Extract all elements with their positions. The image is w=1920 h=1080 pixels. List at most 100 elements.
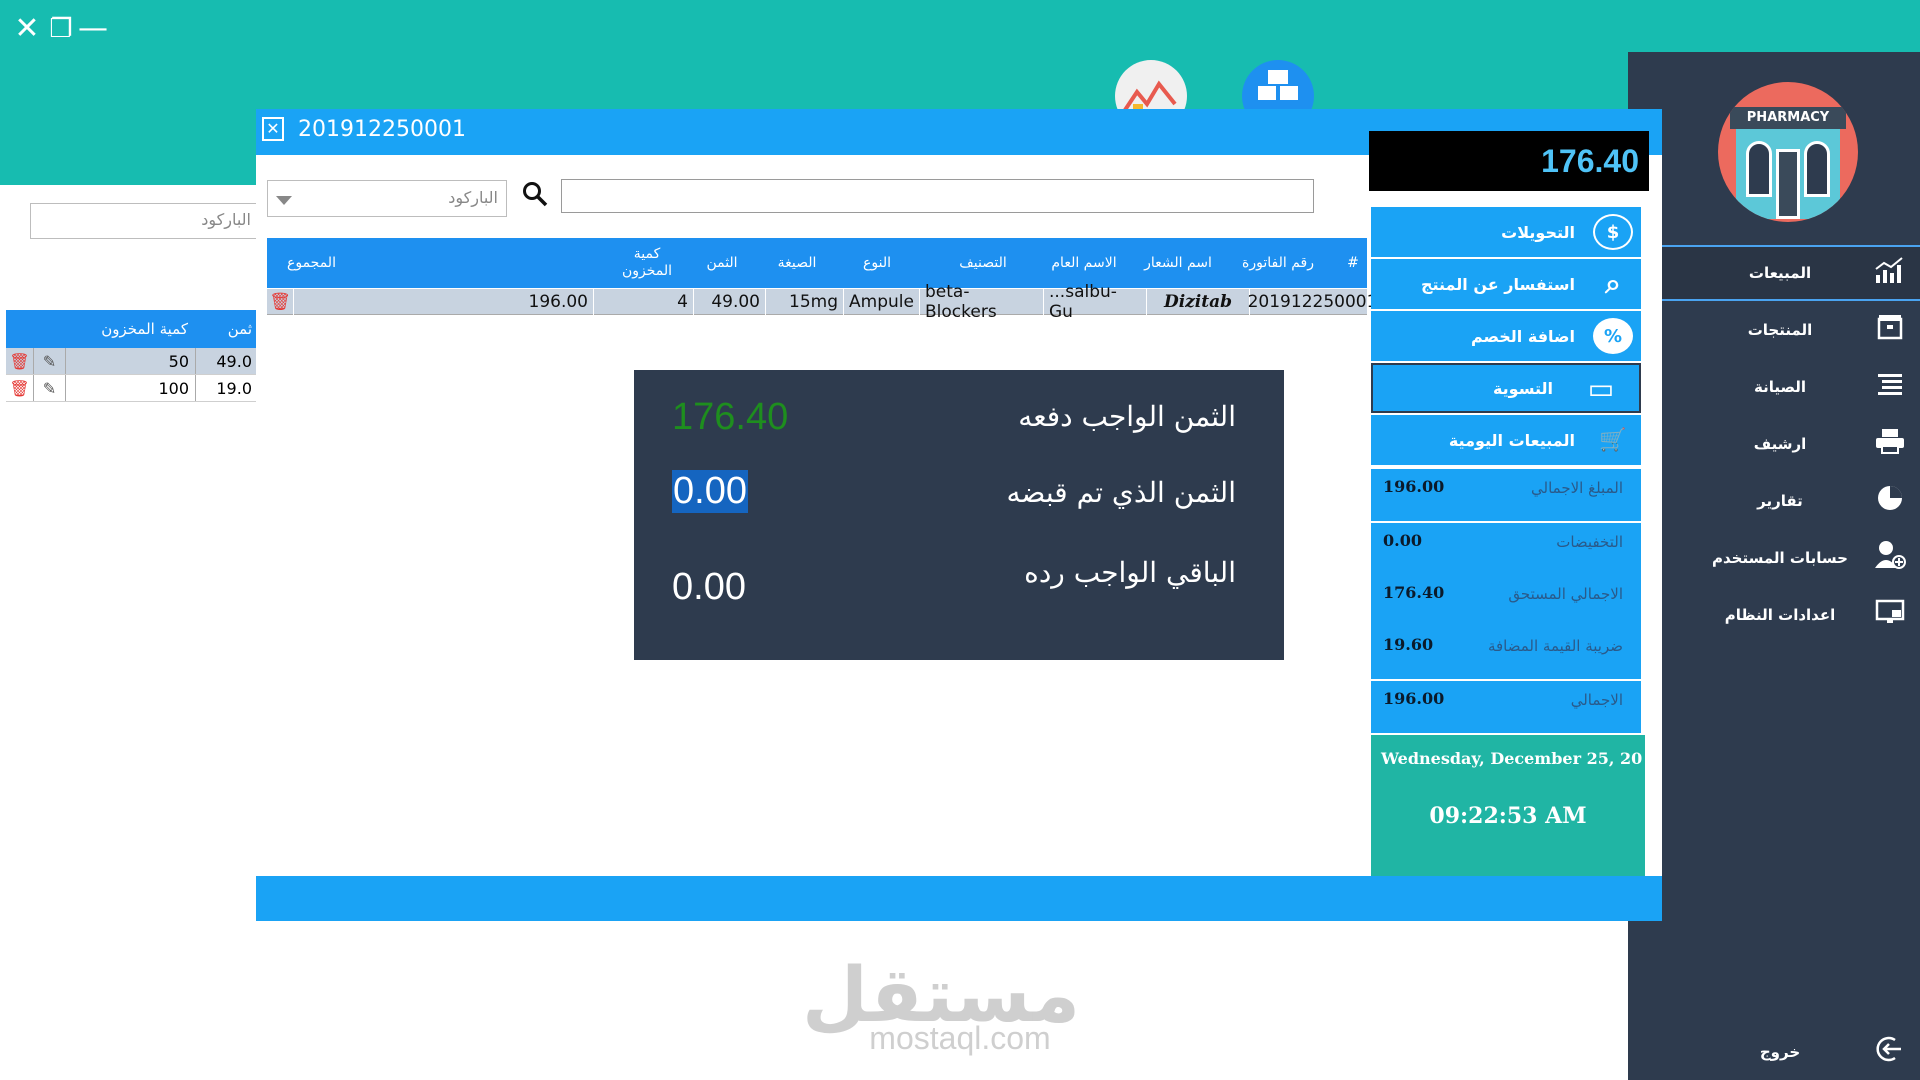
stock-cell: 50 (66, 348, 196, 374)
close-window-button[interactable]: ✕ (12, 14, 42, 44)
daily-sales-button[interactable]: المبيعات اليومية 🛒 (1371, 415, 1641, 465)
delete-icon[interactable]: 🗑 (6, 375, 34, 401)
payment-panel: الثمن الواجب دفعه 176.40 الثمن الذي تم ق… (634, 370, 1284, 660)
window-title-bar: ✕ ❐ — (0, 0, 1920, 52)
logo-building-icon (1736, 129, 1840, 219)
table-row[interactable]: 🗑 ✎ 50 49.0 (6, 348, 256, 375)
edit-icon[interactable]: ✎ (34, 375, 66, 401)
header-brand-name: اسم الشعار (1144, 254, 1212, 271)
sidebar-item-label: ارشيف (1753, 435, 1807, 453)
summary-value: 176.40 (1383, 583, 1445, 602)
summary-value: 19.60 (1383, 635, 1434, 654)
button-label: التحويلات (1501, 222, 1575, 242)
header-invoice-number: رقم الفاتورة (1242, 254, 1314, 271)
date-time-panel: Wednesday, December 25, 20 09:22:53 AM (1371, 735, 1645, 876)
button-label: اضافة الخصم (1470, 326, 1575, 346)
add-discount-button[interactable]: اضافة الخصم % (1371, 311, 1641, 361)
sidebar-item-label: المنتجات (1747, 321, 1813, 339)
chevron-down-icon[interactable] (276, 196, 292, 205)
summary-label: ضريبة القيمة المضافة (1487, 637, 1623, 655)
change-due-value: 0.00 (672, 566, 746, 608)
sidebar-item-label: اعدادات النظام (1724, 606, 1836, 624)
cart-icon: 🛒 (1599, 427, 1627, 453)
minimize-window-button[interactable]: — (78, 14, 108, 44)
watermark-latin: mostaql.com (869, 1020, 1051, 1056)
summary-label: الاجمالي (1570, 691, 1623, 709)
header-price: ثمن (227, 320, 252, 338)
monitor-icon (1860, 599, 1920, 632)
summary-value: 0.00 (1383, 531, 1422, 550)
sidebar-item-maintenance[interactable]: الصيانة (1628, 359, 1920, 415)
stock-cell: 100 (66, 375, 196, 401)
transfers-button[interactable]: التحويلات $ (1371, 207, 1641, 257)
product-inquiry-button[interactable]: استفسار عن المنتج ⌕ (1371, 259, 1641, 309)
printer-icon (1860, 428, 1920, 461)
header-stock: كمية المخزون (101, 320, 188, 338)
button-label: استفسار عن المنتج (1420, 274, 1575, 294)
category-cell: beta-Blockers (919, 282, 1043, 322)
sales-chart-icon (1860, 255, 1920, 292)
summary-label: المبلغ الاجمالي (1531, 479, 1623, 497)
sidebar-item-products[interactable]: المنتجات (1628, 302, 1920, 358)
sidebar-item-archive[interactable]: ارشيف (1628, 416, 1920, 472)
table-row[interactable]: 🗑 ✎ 100 19.0 (6, 375, 256, 402)
amount-due-value: 176.40 (672, 396, 789, 438)
summary-row-vat: 19.60 ضريبة القيمة المضافة (1371, 627, 1641, 679)
table-row[interactable]: 🗑 196.00 4 49.00 15mg Ampule beta-Blocke… (267, 282, 1488, 322)
generic-name-cell: ...salbu-Gu (1043, 282, 1146, 322)
background-stock-table: كمية المخزون ثمن 🗑 ✎ 50 49.0 🗑 ✎ 100 19.… (6, 310, 256, 402)
summary-value: 196.00 (1383, 477, 1445, 496)
price-cell: 49.00 (693, 289, 765, 315)
barcode-placeholder: الباركود (448, 188, 498, 207)
logo-text: PHARMACY (1730, 107, 1846, 129)
background-table-header: كمية المخزون ثمن (6, 310, 256, 348)
form-cell: 15mg (765, 289, 843, 315)
search-icon[interactable] (522, 181, 548, 214)
sidebar-item-reports[interactable]: تقارير (1628, 473, 1920, 529)
background-barcode-input[interactable]: الباركود (30, 203, 260, 239)
summary-row-discounts: 0.00 التخفيضات (1371, 523, 1641, 575)
sidebar-item-label: حسابات المستخدم (1712, 549, 1848, 567)
invoice-number-cell: 201912250001 (1248, 289, 1377, 315)
pharmacy-logo: PHARMACY (1718, 82, 1858, 222)
pie-chart-icon (1860, 484, 1920, 519)
button-label: التسوية (1492, 378, 1553, 398)
card-payment-icon: ▭ (1587, 371, 1615, 405)
sidebar-item-system-settings[interactable]: اعدادات النظام (1628, 587, 1920, 643)
barcode-combobox[interactable]: الباركود (267, 180, 507, 217)
exit-button[interactable]: خروج (1628, 1024, 1920, 1080)
header-generic-name: الاسم العام (1051, 254, 1117, 271)
sidebar-item-user-accounts[interactable]: حسابات المستخدم (1628, 530, 1920, 586)
price-cell: 19.0 (216, 378, 252, 398)
total-cell: 196.00 (293, 289, 593, 315)
header-category: التصنيف (959, 254, 1007, 271)
type-cell: Ampule (843, 289, 919, 315)
delete-icon[interactable]: 🗑 (6, 348, 34, 374)
sidebar-item-sales[interactable]: المبيعات (1628, 245, 1920, 301)
summary-row-net-due: 176.40 الاجمالي المستحق (1371, 575, 1641, 627)
edit-icon[interactable]: ✎ (34, 348, 66, 374)
dialog-close-button[interactable]: ✕ (262, 117, 284, 141)
restore-window-button[interactable]: ❐ (46, 14, 76, 44)
products-icon (1860, 313, 1920, 348)
header-form: الصيغة (777, 254, 817, 271)
dollar-transfer-icon: $ (1593, 214, 1633, 250)
maintenance-list-icon (1860, 372, 1920, 403)
product-search-input[interactable] (561, 179, 1314, 213)
button-label: المبيعات اليومية (1448, 430, 1575, 450)
invoice-table-header: # رقم الفاتورة اسم الشعار الاسم العام ال… (267, 238, 1367, 288)
invoice-number-title: 201912250001 (298, 117, 466, 142)
summary-row-total: 196.00 الاجمالي (1371, 681, 1641, 733)
current-time: 09:22:53 AM (1429, 803, 1587, 829)
header-stock: كمية المخزون (621, 246, 673, 279)
discount-icon: % (1593, 318, 1633, 354)
sidebar-item-label: الصيانة (1753, 378, 1807, 396)
amount-received-input[interactable]: 0.00 (672, 470, 748, 513)
summary-label: الاجمالي المستحق (1508, 585, 1623, 603)
amount-received-label: الثمن الذي تم قبضه (1006, 476, 1236, 509)
delete-icon[interactable]: 🗑 (267, 289, 293, 315)
settlement-button[interactable]: التسوية ▭ (1371, 363, 1641, 413)
sale-dialog: ✕ 201912250001 الباركود # رقم الفاتورة ا… (256, 109, 1662, 921)
brand-name-cell: Dizitab (1146, 289, 1249, 315)
amount-due-label: الثمن الواجب دفعه (1018, 400, 1236, 433)
